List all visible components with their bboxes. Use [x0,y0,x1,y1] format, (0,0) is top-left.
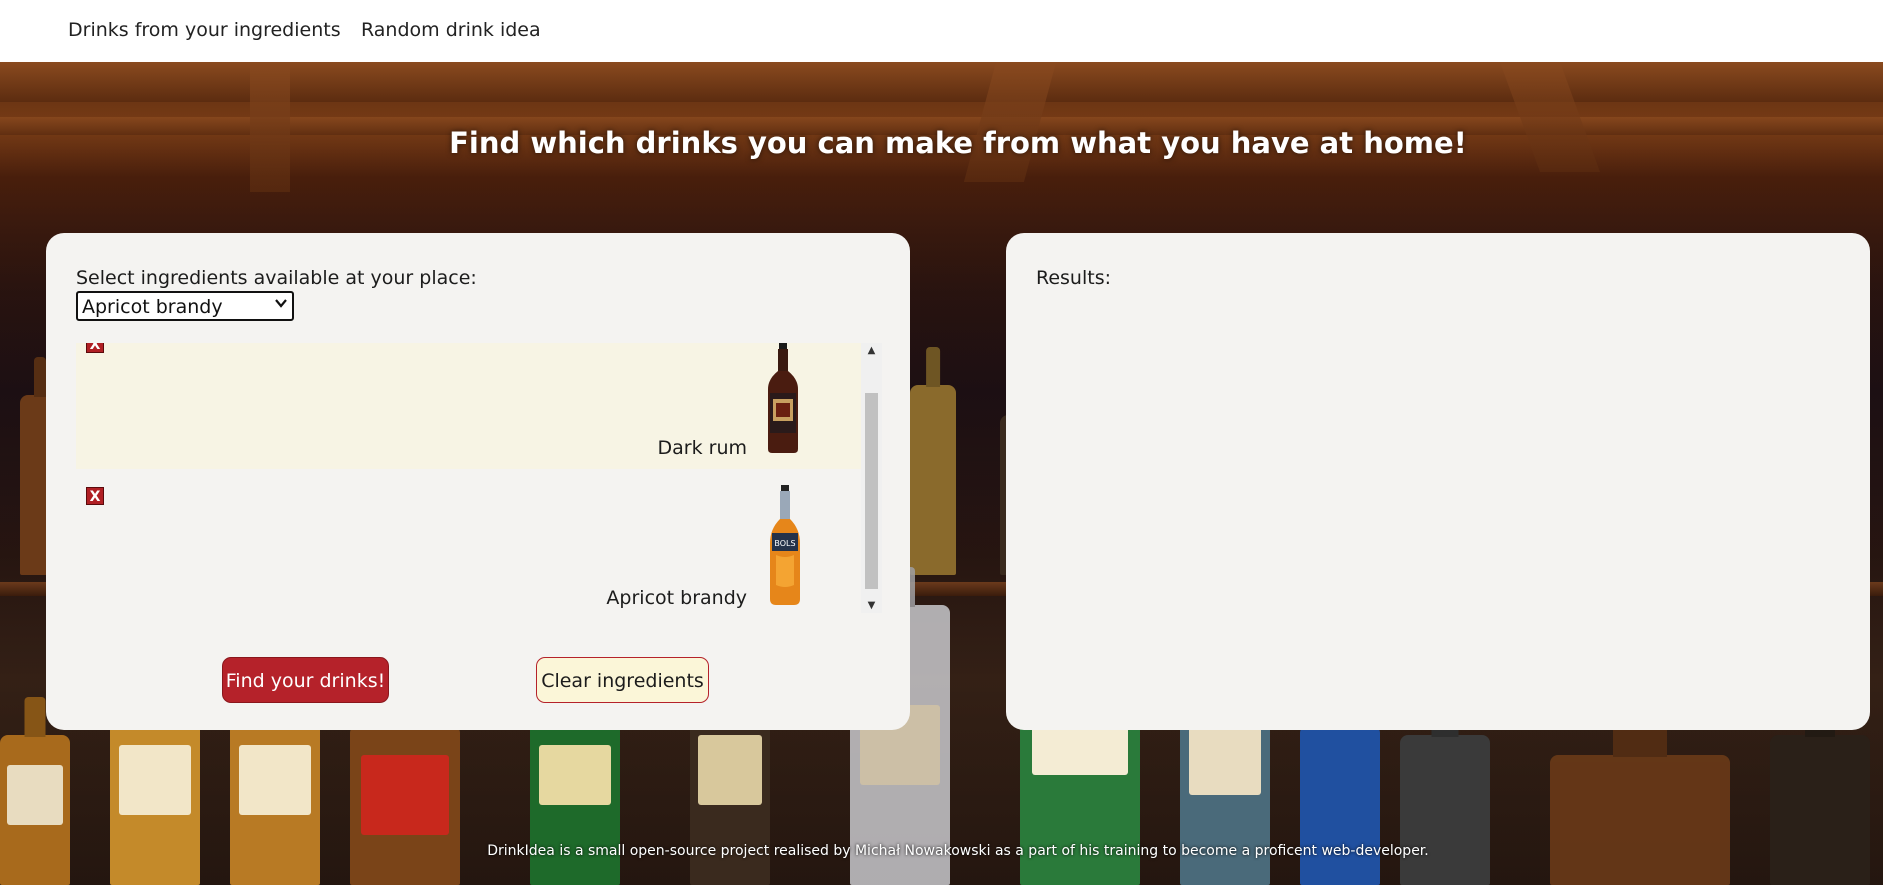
selected-ingredients-list: X Dark rum X Apricot brandy BOLS ▲ ▼ [76,343,882,613]
remove-ingredient-button[interactable]: X [86,487,104,505]
ingredient-name: Apricot brandy [606,587,747,609]
scroll-up-icon[interactable]: ▲ [861,345,882,356]
results-panel: Results: [1006,233,1870,730]
ingredient-select-value: Apricot brandy [82,296,223,318]
ingredients-scrollbar[interactable]: ▲ ▼ [861,343,882,613]
top-navbar: Drinks from your ingredients Random drin… [0,0,1883,62]
nav-link-random-drink-idea[interactable]: Random drink idea [361,19,541,41]
find-drinks-button[interactable]: Find your drinks! [222,657,389,703]
nav-link-drinks-from-ingredients[interactable]: Drinks from your ingredients [68,19,341,41]
results-label: Results: [1036,267,1112,289]
list-item: X Apricot brandy BOLS [76,481,861,609]
list-item: X Dark rum [76,343,861,469]
svg-text:BOLS: BOLS [774,539,795,548]
clear-ingredients-button[interactable]: Clear ingredients [536,657,709,703]
ingredient-name: Dark rum [657,437,748,459]
scrollbar-thumb[interactable] [865,393,878,589]
scroll-down-icon[interactable]: ▼ [861,600,882,611]
chevron-down-icon [274,295,288,314]
ingredients-prompt: Select ingredients available at your pla… [76,267,477,289]
apricot-brandy-bottle-icon: BOLS [766,485,804,609]
page-headline: Find which drinks you can make from what… [449,126,1467,160]
footer-text: DrinkIdea is a small open-source project… [487,843,1429,859]
dark-rum-bottle-icon [766,343,800,457]
ingredients-panel: Select ingredients available at your pla… [46,233,910,730]
remove-ingredient-button[interactable]: X [86,343,104,353]
ingredient-select[interactable]: Apricot brandy [76,291,294,321]
